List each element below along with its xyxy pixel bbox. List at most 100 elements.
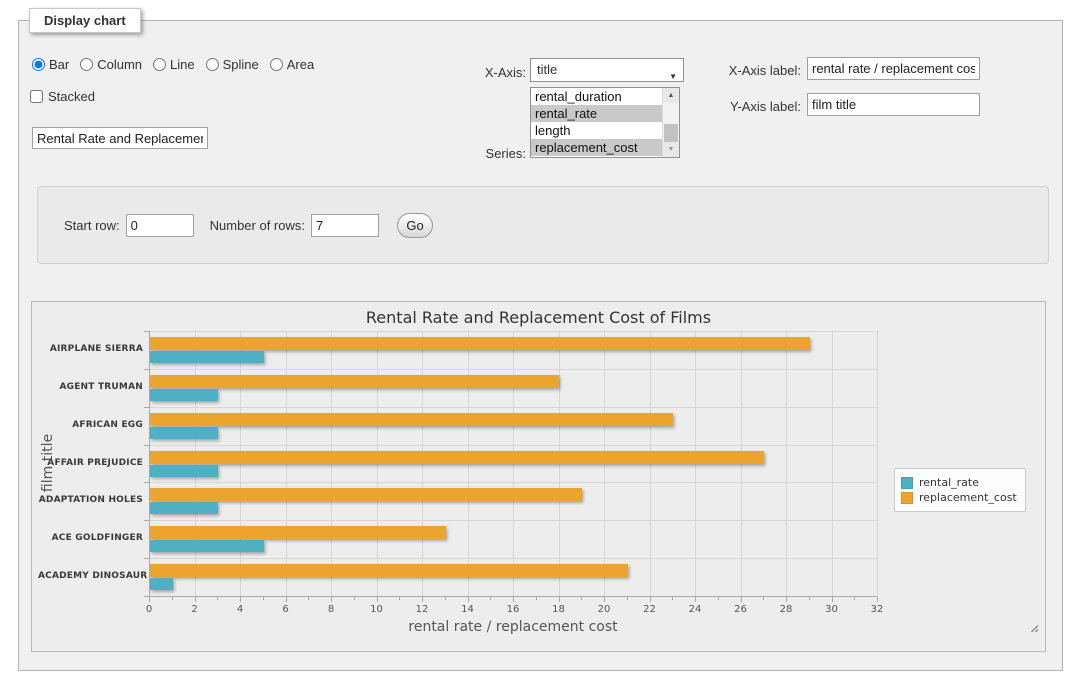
radio-label: Bar [49,57,69,72]
start-row-input[interactable] [126,214,194,237]
radio-area[interactable] [270,58,283,71]
x-axis-tick [240,597,241,602]
x-axis-tick [763,597,764,600]
category-label: AFRICAN EGG [38,420,143,430]
gridline [149,482,877,483]
x-axis-tick [513,597,514,602]
legend-label: rental_rate [919,476,979,489]
gridline [149,407,877,408]
series-option-rental_duration[interactable]: rental_duration [531,88,679,105]
x-axis-tick [377,597,378,602]
gridline [149,520,877,521]
series-option-replacement_cost[interactable]: replacement_cost [531,139,679,156]
legend-item-rental_rate[interactable]: rental_rate [901,476,1017,489]
category-label: AFFAIR PREJUDICE [38,458,143,468]
radio-label: Spline [223,57,259,72]
chart-type-option-area[interactable]: Area [270,57,314,72]
display-chart-fieldset: Display chart BarColumnLineSplineArea St… [18,20,1063,671]
x-axis-tick [832,597,833,602]
y-axis-label-input[interactable] [807,93,980,116]
x-axis-select[interactable]: title ▼ [530,58,684,82]
x-axis-tick [468,597,469,602]
category-label: AGENT TRUMAN [38,382,143,392]
chart-type-option-column[interactable]: Column [80,57,142,72]
series-listbox[interactable]: rental_durationrental_ratelengthreplacem… [530,87,680,158]
fieldset-title: Display chart [29,8,141,33]
radio-label: Line [170,57,195,72]
num-rows-input[interactable] [311,214,379,237]
bar-replacement_cost [150,375,559,388]
chart-title: Rental Rate and Replacement Cost of Film… [32,308,1045,327]
radio-column[interactable] [80,58,93,71]
scroll-down-icon[interactable]: ▼ [663,142,679,157]
x-axis-tick [581,597,582,600]
x-tick-label: 10 [362,604,392,615]
bar-rental_rate [150,465,218,477]
radio-label: Area [287,57,314,72]
x-tick-label: 30 [817,604,847,615]
gridline [149,369,877,370]
scrollbar-thumb[interactable] [664,124,678,143]
gridline [832,331,833,596]
x-axis-tick [536,597,537,600]
go-button[interactable]: Go [397,213,433,238]
chart-legend: rental_rate replacement_cost [894,468,1026,512]
x-axis-label-input[interactable] [807,57,980,80]
radio-bar[interactable] [32,58,45,71]
chart-type-radio-group: Bar Column Line Spline Area [32,57,325,72]
radio-line[interactable] [153,58,166,71]
bar-rental_rate [150,389,218,401]
x-tick-label: 32 [862,604,892,615]
x-axis-tick [172,597,173,600]
resize-handle-icon[interactable] [1028,622,1038,632]
radio-label: Column [97,57,142,72]
bar-rental_rate [150,502,218,514]
bar-replacement_cost [150,526,446,539]
x-axis-tick [627,597,628,600]
x-axis-tick [399,597,400,600]
stacked-option[interactable]: Stacked [30,89,95,104]
y-axis-label-label: Y-Axis label: [701,99,801,114]
bar-replacement_cost [150,337,810,350]
category-label: AIRPLANE SIERRA [38,344,143,354]
x-tick-label: 4 [225,604,255,615]
legend-swatch-icon [901,477,913,489]
x-axis-tick [809,597,810,600]
bar-replacement_cost [150,488,582,501]
x-axis-tick [718,597,719,600]
series-option-length[interactable]: length [531,122,679,139]
x-axis-tick [877,597,878,602]
scroll-up-icon[interactable]: ▲ [663,88,679,103]
x-axis-label-label: X-Axis label: [701,63,801,78]
x-axis-tick [331,597,332,602]
category-label: ACADEMY DINOSAUR [38,571,143,581]
x-axis-tick [741,597,742,602]
chart-container: Rental Rate and Replacement Cost of Film… [31,301,1046,652]
x-axis-tick [672,597,673,600]
radio-spline[interactable] [206,58,219,71]
chart-title-input[interactable] [32,127,208,149]
chart-type-option-spline[interactable]: Spline [206,57,259,72]
category-label: ACE GOLDFINGER [38,533,143,543]
chart-type-option-line[interactable]: Line [153,57,195,72]
x-axis-tick [854,597,855,600]
listbox-scrollbar[interactable]: ▲ ▼ [662,88,679,157]
x-tick-label: 2 [180,604,210,615]
x-axis-selected-value: title [537,62,557,77]
series-option-rental_rate[interactable]: rental_rate [531,105,679,122]
stacked-checkbox[interactable] [30,90,43,103]
x-axis-tick [786,597,787,602]
chevron-down-icon: ▼ [669,66,677,88]
series-options: rental_durationrental_ratelengthreplacem… [531,88,679,156]
x-tick-label: 28 [771,604,801,615]
x-axis-tick [354,597,355,600]
x-axis-tick [263,597,264,600]
legend-item-replacement_cost[interactable]: replacement_cost [901,491,1017,504]
category-label: ADAPTATION HOLES [38,495,143,505]
bar-rental_rate [150,578,173,590]
gridline [149,445,877,446]
bar-replacement_cost [150,413,673,426]
x-axis-line [144,596,877,597]
bar-replacement_cost [150,564,628,577]
chart-type-option-bar[interactable]: Bar [32,57,69,72]
